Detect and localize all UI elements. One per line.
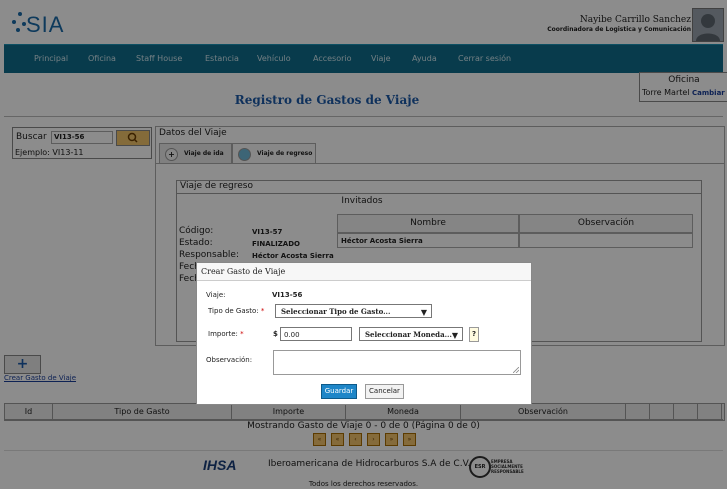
cancel-button[interactable]: Cancelar: [365, 384, 404, 399]
resize-handle-icon[interactable]: [513, 367, 519, 373]
expense-type-value: Seleccionar Tipo de Gasto...: [281, 307, 391, 316]
currency-symbol: $: [273, 330, 278, 338]
save-button[interactable]: Guardar: [321, 384, 357, 399]
expense-type-label: Tipo de Gasto: *: [208, 307, 265, 315]
help-button[interactable]: ?: [469, 327, 479, 342]
trip-label: Viaje:: [206, 291, 226, 299]
trip-value: VI13-56: [272, 291, 303, 299]
amount-input[interactable]: 0.00: [280, 327, 352, 341]
currency-select[interactable]: Seleccionar Moneda... ▼: [359, 327, 463, 341]
currency-value: Seleccionar Moneda...: [365, 330, 452, 339]
modal-overlay[interactable]: [0, 0, 727, 489]
dropdown-arrow-icon: ▼: [451, 330, 458, 340]
dropdown-arrow-icon: ▼: [420, 307, 427, 317]
dialog-title: Crear Gasto de Viaje: [201, 267, 286, 276]
create-expense-dialog: Crear Gasto de Viaje Viaje: VI13-56 Tipo…: [196, 262, 532, 405]
observation-textarea[interactable]: [273, 350, 521, 375]
expense-type-select[interactable]: Seleccionar Tipo de Gasto... ▼: [275, 304, 432, 318]
amount-label: Importe: *: [208, 330, 244, 338]
observation-label: Observación:: [206, 356, 253, 364]
dialog-titlebar[interactable]: Crear Gasto de Viaje: [197, 263, 531, 281]
